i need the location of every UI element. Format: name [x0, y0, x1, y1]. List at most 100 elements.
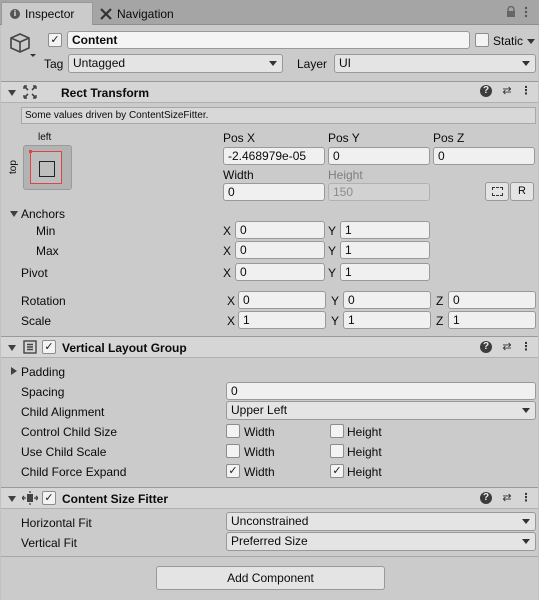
child-alignment-dropdown[interactable]: Upper Left [226, 401, 536, 420]
tab-navigation-label: Navigation [117, 6, 174, 21]
presets-icon[interactable]: ⇄ [500, 491, 514, 505]
layer-value: UI [339, 56, 351, 70]
layer-dropdown[interactable]: UI [334, 54, 536, 73]
help-icon[interactable]: ? [480, 492, 492, 504]
pivot-x-input[interactable]: 0 [235, 263, 325, 281]
chevron-down-icon [522, 408, 530, 413]
control-child-size-width-label: Width [244, 425, 275, 439]
help-icon[interactable]: ? [480, 85, 492, 97]
scale-x-input[interactable]: 1 [238, 311, 326, 329]
child-force-expand-height-checkbox[interactable]: ✓ [330, 464, 344, 478]
tab-navigation[interactable]: Navigation [100, 2, 200, 25]
raw-edit-button[interactable]: R [510, 182, 534, 201]
use-child-scale-width-label: Width [244, 445, 275, 459]
more-options-icon[interactable]: ⋮ [519, 491, 533, 505]
pos-z-input[interactable]: 0 [433, 147, 535, 165]
layer-label: Layer [297, 57, 328, 71]
anchor-preset-side-label: top [8, 160, 19, 174]
pos-x-input[interactable]: -2.468979e-05 [223, 147, 325, 165]
child-force-expand-label: Child Force Expand [21, 465, 127, 479]
blueprint-mode-button[interactable] [485, 182, 509, 201]
info-icon: i [10, 9, 20, 19]
vertical-fit-dropdown[interactable]: Preferred Size [226, 532, 536, 551]
gameobject-cube-icon[interactable] [9, 32, 37, 58]
use-child-scale-label: Use Child Scale [21, 445, 107, 459]
child-alignment-label: Child Alignment [21, 405, 105, 419]
child-alignment-value: Upper Left [231, 403, 288, 417]
use-child-scale-height-checkbox[interactable] [330, 444, 344, 458]
width-input[interactable]: 0 [223, 183, 325, 201]
foldout-arrow-icon[interactable] [8, 90, 16, 96]
chevron-down-icon [269, 61, 277, 66]
anchor-min-x-input[interactable]: 0 [235, 221, 325, 239]
control-child-size-height-label: Height [347, 425, 382, 439]
object-name-input[interactable]: Content [67, 31, 470, 49]
pos-y-label: Pos Y [328, 131, 360, 145]
vertical-layout-group-header[interactable]: ✓ Vertical Layout Group ? ⇄ ⋮ [1, 336, 538, 358]
rotation-x-input[interactable]: 0 [238, 291, 326, 309]
spacing-label: Spacing [21, 385, 65, 399]
tab-inspector-label: Inspector [25, 7, 75, 21]
control-child-size-width-checkbox[interactable] [226, 424, 240, 438]
min-x-axis-label: X [223, 224, 232, 238]
child-force-expand-width-checkbox[interactable]: ✓ [226, 464, 240, 478]
min-label: Min [36, 224, 56, 238]
more-options-icon[interactable]: ⋮ [519, 84, 533, 98]
max-x-axis-label: X [223, 244, 232, 258]
scale-z-axis-label: Z [436, 314, 444, 328]
height-label: Height [328, 168, 363, 182]
content-size-fitter-header[interactable]: ✓ Content Size Fitter ? ⇄ ⋮ [1, 487, 538, 509]
foldout-arrow-icon[interactable] [8, 496, 16, 502]
inspector-panel: ✓ Content Static Tag Untagged Layer UI R… [1, 25, 538, 600]
vertical-layout-group-title: Vertical Layout Group [62, 341, 187, 355]
chevron-down-icon [522, 519, 530, 524]
lock-icon[interactable] [506, 5, 516, 18]
scale-y-input[interactable]: 1 [343, 311, 431, 329]
content-size-fitter-enabled-checkbox[interactable]: ✓ [42, 491, 56, 505]
width-label: Width [223, 168, 254, 182]
scale-z-input[interactable]: 1 [448, 311, 536, 329]
presets-icon[interactable]: ⇄ [500, 340, 514, 354]
help-icon[interactable]: ? [480, 341, 492, 353]
padding-foldout-icon[interactable] [11, 367, 17, 375]
max-y-axis-label: Y [328, 244, 337, 258]
content-size-fitter-title: Content Size Fitter [62, 492, 169, 506]
pivot-y-input[interactable]: 1 [340, 263, 430, 281]
rect-transform-title: Rect Transform [61, 86, 150, 100]
spacing-input[interactable]: 0 [226, 382, 536, 400]
vertical-fit-label: Vertical Fit [21, 536, 78, 550]
presets-icon[interactable]: ⇄ [500, 84, 514, 98]
rotation-z-axis-label: Z [436, 294, 444, 308]
anchor-max-x-input[interactable]: 0 [235, 241, 325, 259]
pivot-label: Pivot [21, 266, 48, 280]
use-child-scale-width-checkbox[interactable] [226, 444, 240, 458]
rotation-z-input[interactable]: 0 [448, 291, 536, 309]
rect-transform-header[interactable]: Rect Transform ? ⇄ ⋮ [1, 81, 538, 103]
navigation-icon [100, 7, 112, 20]
tag-dropdown[interactable]: Untagged [68, 54, 283, 73]
vertical-layout-enabled-checkbox[interactable]: ✓ [42, 340, 56, 354]
horizontal-fit-dropdown[interactable]: Unconstrained [226, 512, 536, 531]
rotation-y-input[interactable]: 0 [343, 291, 431, 309]
foldout-arrow-icon[interactable] [8, 345, 16, 351]
menu-icon[interactable] [522, 6, 530, 18]
more-options-icon[interactable]: ⋮ [519, 340, 533, 354]
height-input: 150 [328, 183, 430, 201]
rotation-y-axis-label: Y [331, 294, 340, 308]
control-child-size-label: Control Child Size [21, 425, 118, 439]
pos-y-input[interactable]: 0 [328, 147, 430, 165]
anchor-max-y-input[interactable]: 1 [340, 241, 430, 259]
anchor-presets-button[interactable] [23, 145, 72, 190]
active-checkbox[interactable]: ✓ [48, 33, 62, 47]
use-child-scale-height-label: Height [347, 445, 382, 459]
static-checkbox[interactable] [475, 33, 489, 47]
control-child-size-height-checkbox[interactable] [330, 424, 344, 438]
tab-inspector[interactable]: i Inspector [1, 2, 93, 25]
static-dropdown-icon[interactable] [527, 39, 535, 44]
scale-label: Scale [21, 314, 52, 328]
anchors-foldout-icon[interactable] [10, 211, 18, 217]
driven-note: Some values driven by ContentSizeFitter. [21, 107, 536, 124]
anchor-min-y-input[interactable]: 1 [340, 221, 430, 239]
pos-z-label: Pos Z [433, 131, 465, 145]
add-component-button[interactable]: Add Component [156, 566, 385, 590]
